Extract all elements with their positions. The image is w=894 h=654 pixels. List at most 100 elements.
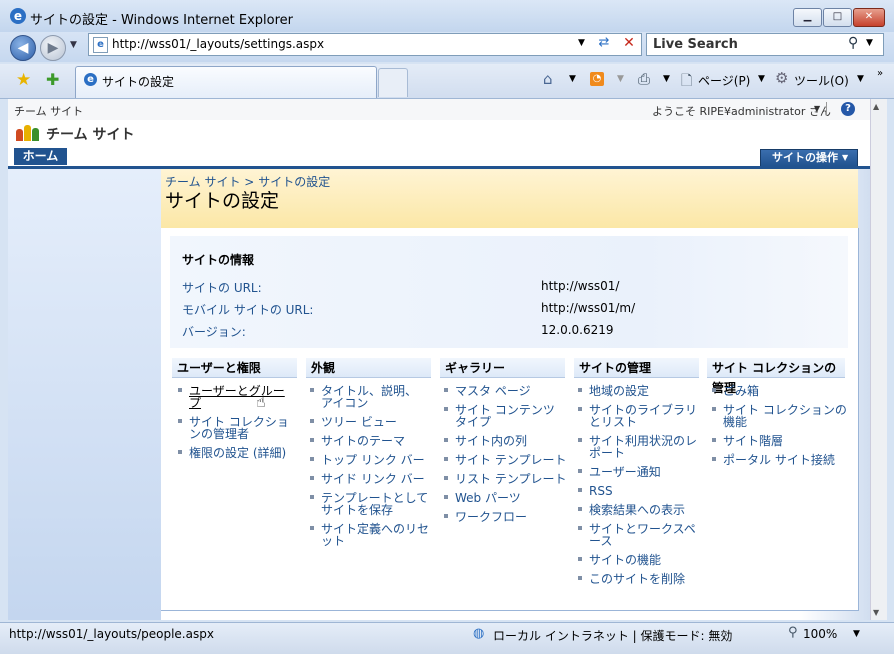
settings-link[interactable]: ユーザーとグループ [177,385,295,409]
window-title: サイトの設定 - Windows Internet Explorer [30,13,293,28]
page-menu[interactable]: ページ(P) [698,72,750,89]
category-list-site-admin: 地域の設定 サイトのライブラリとリスト サイト利用状況のレポート ユーザー通知 … [577,385,699,592]
search-dropdown-icon[interactable]: ▼ [866,38,873,48]
stop-icon[interactable]: ✕ [620,35,638,53]
settings-link[interactable]: サイト階層 [711,435,849,447]
settings-link[interactable]: サイトのテーマ [309,435,429,447]
intranet-globe-icon: ◍ [473,626,485,641]
new-tab-button[interactable] [378,68,408,97]
forward-button[interactable]: ▶ [40,35,66,61]
address-url[interactable]: http://wss01/_layouts/settings.aspx [112,37,324,51]
scroll-up-icon[interactable]: ▲ [873,102,879,111]
print-dropdown-icon[interactable]: ▼ [663,74,670,84]
settings-link[interactable]: マスタ ページ [443,385,568,397]
tab-page-icon: e [84,73,97,86]
settings-link[interactable]: トップ リンク バー [309,454,429,466]
settings-link[interactable]: RSS [577,485,699,497]
search-input[interactable]: Live Search [653,37,738,52]
settings-link[interactable]: サイトとワークスペース [577,523,699,547]
settings-link[interactable]: 地域の設定 [577,385,699,397]
quick-launch [8,169,161,620]
site-info-heading: サイトの情報 [182,253,255,267]
back-button[interactable]: ◀ [10,35,36,61]
maximize-button[interactable]: □ [823,8,852,27]
settings-link[interactable]: ワークフロー [443,511,568,523]
home-icon[interactable]: ⌂ [543,70,553,88]
page-menu-dropdown-icon[interactable]: ▼ [758,74,765,84]
site-url-label: サイトの URL: [182,281,262,295]
settings-link[interactable]: サイト コレクションの管理者 [177,416,295,440]
zoom-dropdown-icon[interactable]: ▼ [853,629,860,639]
mobile-url-value: http://wss01/m/ [541,301,636,315]
category-list-galleries: マスタ ページ サイト コンテンツ タイプ サイト内の列 サイト テンプレート … [443,385,568,530]
favorites-star-icon[interactable]: ★ [16,70,31,90]
divider [826,102,827,116]
zoom-level[interactable]: 100% [803,627,837,641]
settings-link[interactable]: ツリー ビュー [309,416,429,428]
feeds-icon[interactable]: ◔ [590,72,604,86]
mobile-url-label: モバイル サイトの URL: [182,303,314,317]
category-list-look: タイトル、説明、アイコン ツリー ビュー サイトのテーマ トップ リンク バー … [309,385,429,554]
settings-link[interactable]: サイトの機能 [577,554,699,566]
print-icon[interactable]: ⎙ [638,70,650,88]
settings-link[interactable]: サイト内の列 [443,435,568,447]
hand-cursor-icon: ☝ [256,392,266,411]
home-dropdown-icon[interactable]: ▼ [569,74,576,84]
version-value: 12.0.0.6219 [541,323,614,337]
settings-link[interactable]: テンプレートとしてサイトを保存 [309,492,429,516]
tools-menu[interactable]: ツール(O) [794,72,849,89]
settings-link[interactable]: ごみ箱 [711,385,849,397]
settings-link[interactable]: このサイトを削除 [577,573,699,585]
zoom-icon[interactable]: ⚲ [788,625,798,640]
settings-link[interactable]: サイト テンプレート [443,454,568,466]
settings-link[interactable]: サイト コレクションの機能 [711,404,849,428]
chevron-more-icon[interactable]: » [877,68,883,79]
help-icon[interactable]: ? [841,102,855,116]
site-url-value: http://wss01/ [541,279,620,293]
page-title: サイトの設定 [165,190,280,212]
settings-link[interactable]: サイト利用状況のレポート [577,435,699,459]
minimize-button[interactable]: ▁ [793,8,822,27]
settings-link[interactable]: 権限の設定 (詳細) [177,447,295,459]
category-header-galleries: ギャラリー [440,358,565,378]
category-header-look: 外観 [306,358,431,378]
welcome-menu[interactable]: ようこそ RIPE¥administrator さん [652,103,831,119]
settings-link[interactable]: ポータル サイト接続 [711,454,849,466]
settings-link[interactable]: タイトル、説明、アイコン [309,385,429,409]
ie-icon: e [10,8,26,24]
settings-link[interactable]: サイド リンク バー [309,473,429,485]
recent-pages-dropdown-icon[interactable]: ▼ [70,40,77,50]
site-title-band [8,120,870,166]
settings-link[interactable]: サイト コンテンツ タイプ [443,404,568,428]
feeds-dropdown-icon[interactable]: ▼ [617,74,624,84]
site-title[interactable]: チーム サイト [46,124,134,144]
address-dropdown-icon[interactable]: ▼ [578,38,585,48]
close-button[interactable]: ✕ [853,8,885,27]
settings-link[interactable]: ユーザー通知 [577,466,699,478]
category-list-collection-admin: ごみ箱 サイト コレクションの機能 サイト階層 ポータル サイト接続 [711,385,849,473]
tab-home[interactable]: ホーム [14,148,67,165]
version-label: バージョン: [182,325,246,339]
page-icon: e [93,37,108,53]
search-icon[interactable]: ⚲ [848,35,858,51]
settings-link[interactable]: Web パーツ [443,492,568,504]
category-header-users: ユーザーと権限 [172,358,297,378]
settings-link[interactable]: サイトのライブラリとリスト [577,404,699,428]
settings-link[interactable]: リスト テンプレート [443,473,568,485]
page-menu-icon[interactable]: 🗋 [681,70,692,94]
scroll-down-icon[interactable]: ▼ [873,608,879,617]
tab-title[interactable]: サイトの設定 [102,73,174,90]
add-favorite-icon[interactable]: ✚ [46,70,59,89]
settings-link[interactable]: サイト定義へのリセット [309,523,429,547]
tools-menu-dropdown-icon[interactable]: ▼ [857,74,864,84]
category-header-collection-admin: サイト コレクションの管理 [707,358,845,395]
site-actions-menu[interactable]: サイトの操作 ▼ [760,149,858,167]
vertical-scrollbar[interactable] [870,99,887,620]
security-zone[interactable]: ローカル イントラネット | 保護モード: 無効 [493,627,732,644]
top-site-link[interactable]: チーム サイト [14,103,83,119]
refresh-icon[interactable]: ⇄ [595,35,613,53]
tools-gear-icon[interactable]: ⚙ [775,69,788,87]
settings-link[interactable]: 検索結果への表示 [577,504,699,516]
welcome-dropdown-icon[interactable]: ▼ [814,104,820,113]
category-list-users: ユーザーとグループ サイト コレクションの管理者 権限の設定 (詳細) [177,385,295,466]
